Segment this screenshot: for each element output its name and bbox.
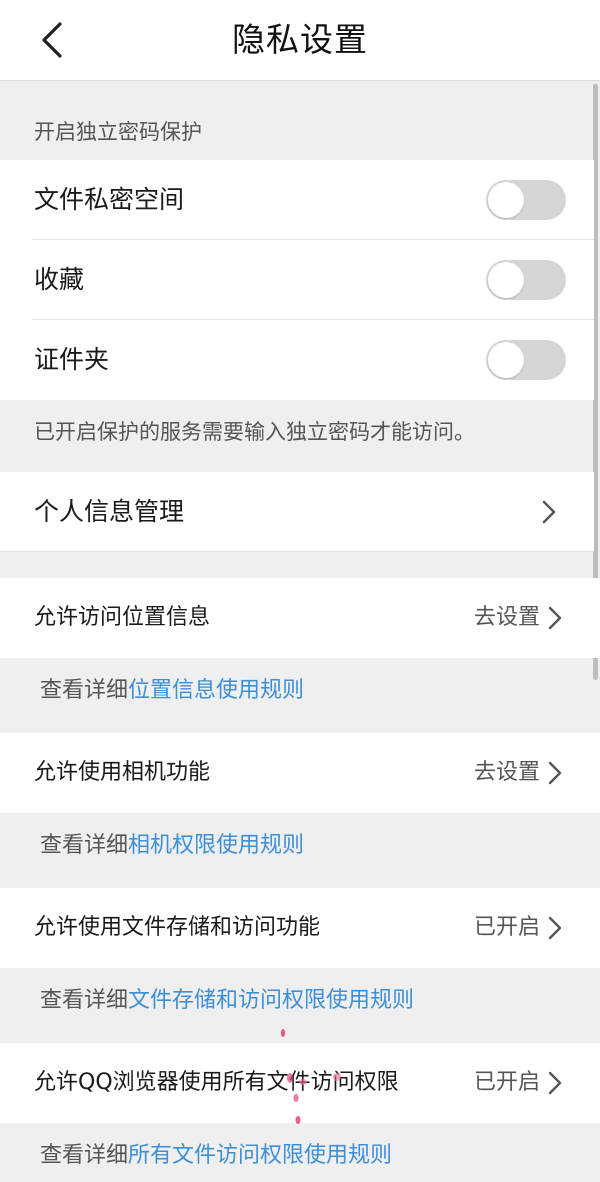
protection-hint: 已开启保护的服务需要输入独立密码才能访问。: [34, 420, 475, 444]
permission-note-location: 查看详细位置信息使用规则: [40, 676, 304, 706]
row-label: 证件夹: [34, 345, 110, 374]
private-space-toggle[interactable]: [486, 180, 566, 220]
note-prefix: 查看详细: [40, 678, 129, 703]
file-storage-rules-link[interactable]: 文件存储和访问权限使用规则: [128, 988, 414, 1013]
row-label: 允许使用相机功能: [34, 760, 211, 785]
toggle-knob: [488, 262, 524, 298]
favorites-toggle[interactable]: [486, 260, 566, 300]
row-label: 收藏: [34, 265, 85, 294]
id-folder-toggle[interactable]: [486, 340, 566, 380]
section-label-password-protection: 开启独立密码保护: [34, 120, 202, 144]
permission-row-camera[interactable]: 允许使用相机功能 去设置: [0, 733, 600, 813]
personal-info-row[interactable]: 个人信息管理: [0, 472, 594, 552]
permission-row-all-files[interactable]: 允许QQ浏览器使用所有文件访问权限 已开启: [0, 1043, 600, 1123]
row-label: 个人信息管理: [34, 497, 185, 526]
personal-info-item[interactable]: 个人信息管理: [0, 472, 594, 552]
permission-note-camera: 查看详细相机权限使用规则: [40, 831, 304, 861]
page-title: 隐私设置: [232, 20, 368, 59]
protection-card: 文件私密空间 收藏 证件夹: [0, 160, 594, 400]
permission-note-all-files: 查看详细所有文件访问权限使用规则: [40, 1141, 392, 1171]
row-label: 允许使用文件存储和访问功能: [34, 915, 321, 940]
protection-row-id-folder[interactable]: 证件夹: [0, 320, 594, 400]
location-rules-link[interactable]: 位置信息使用规则: [128, 678, 304, 703]
permission-note-file-storage: 查看详细文件存储和访问权限使用规则: [40, 986, 414, 1016]
note-prefix: 查看详细: [40, 833, 129, 858]
row-label: 允许访问位置信息: [34, 605, 211, 630]
protection-row-favorites[interactable]: 收藏: [0, 240, 594, 320]
chevron-right-icon: [546, 1069, 564, 1097]
note-prefix: 查看详细: [40, 1143, 129, 1168]
toggle-knob: [488, 182, 524, 218]
permission-row-location[interactable]: 允许访问位置信息 去设置: [0, 578, 600, 658]
note-prefix: 查看详细: [40, 988, 129, 1013]
camera-rules-link[interactable]: 相机权限使用规则: [128, 833, 304, 858]
row-label: 文件私密空间: [34, 185, 185, 214]
row-value: 去设置: [473, 605, 540, 630]
row-value: 已开启: [473, 1070, 540, 1095]
chevron-right-icon: [546, 759, 564, 787]
divider: [0, 551, 594, 552]
privacy-settings-page: 隐私设置 开启独立密码保护 文件私密空间 收藏 证件夹 已开启保护的服务需要输入…: [0, 0, 600, 1182]
row-value: 已开启: [473, 915, 540, 940]
all-files-rules-link[interactable]: 所有文件访问权限使用规则: [128, 1143, 392, 1168]
header-bar: 隐私设置: [0, 0, 600, 81]
row-label: 允许QQ浏览器使用所有文件访问权限: [34, 1070, 399, 1095]
chevron-right-icon: [540, 498, 558, 526]
protection-row-private-space[interactable]: 文件私密空间: [0, 160, 594, 240]
permission-row-file-storage[interactable]: 允许使用文件存储和访问功能 已开启: [0, 888, 600, 968]
toggle-knob: [488, 342, 524, 378]
row-value: 去设置: [473, 760, 540, 785]
chevron-right-icon: [546, 914, 564, 942]
chevron-right-icon: [546, 604, 564, 632]
